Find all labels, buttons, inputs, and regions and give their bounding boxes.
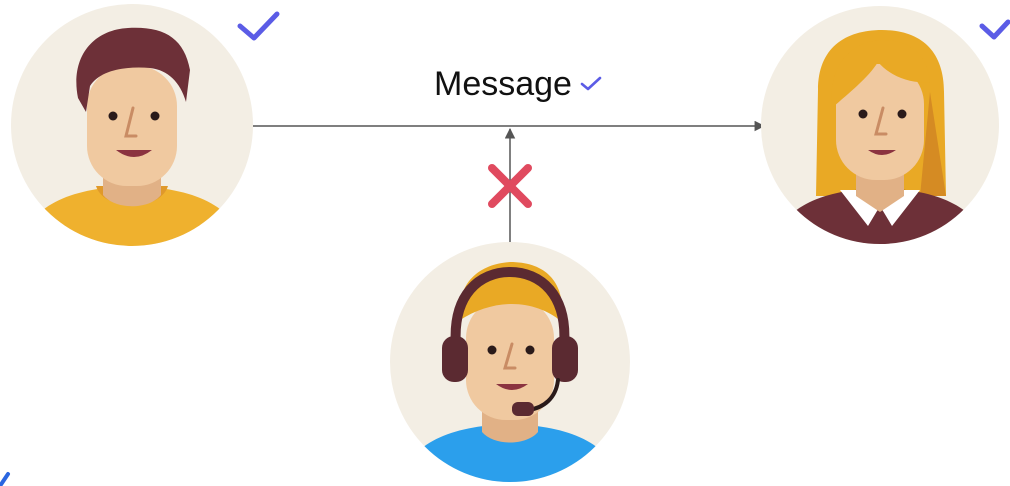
- message-label: Message: [434, 62, 602, 106]
- message-check-icon: [580, 76, 602, 91]
- receiver-verified-check-icon: [979, 19, 1010, 40]
- sender-avatar: [11, 4, 253, 246]
- sender-verified-check-icon: [237, 11, 280, 41]
- message-label-text: Message: [434, 65, 572, 103]
- eavesdropper-avatar: [390, 242, 630, 482]
- partial-check-icon: [0, 472, 10, 486]
- receiver-avatar: [761, 6, 999, 244]
